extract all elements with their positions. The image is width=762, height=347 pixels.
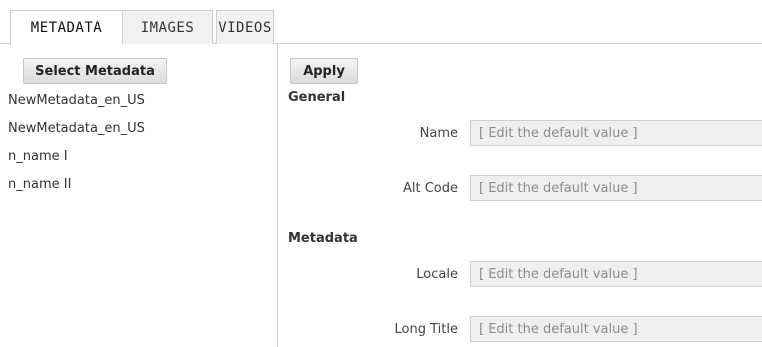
field-label-long-title: Long Title	[394, 322, 458, 337]
long-title-field[interactable]	[470, 316, 762, 342]
locale-field[interactable]	[470, 261, 762, 287]
metadata-list-item[interactable]: n_name I	[8, 150, 145, 178]
apply-button[interactable]: Apply	[290, 58, 358, 84]
metadata-list-item[interactable]: NewMetadata_en_US	[8, 122, 145, 150]
metadata-editor-panel: Apply General Name Alt Code Metadata Loc…	[278, 44, 762, 347]
field-label-name: Name	[419, 126, 458, 141]
tab-images[interactable]: IMAGES	[122, 10, 213, 44]
name-field[interactable]	[470, 120, 762, 146]
select-metadata-button[interactable]: Select Metadata	[23, 58, 167, 84]
alt-code-field[interactable]	[470, 175, 762, 201]
metadata-list-item[interactable]: n_name II	[8, 178, 145, 206]
field-label-alt-code: Alt Code	[402, 181, 458, 196]
tab-videos[interactable]: VIDEOS	[216, 10, 274, 44]
tab-bar: METADATA IMAGES VIDEOS	[0, 0, 762, 45]
tab-metadata[interactable]: METADATA	[10, 10, 123, 45]
metadata-list: NewMetadata_en_US NewMetadata_en_US n_na…	[8, 94, 145, 206]
field-label-locale: Locale	[416, 267, 458, 282]
section-title-metadata: Metadata	[288, 231, 358, 246]
section-title-general: General	[288, 90, 346, 105]
metadata-list-item[interactable]: NewMetadata_en_US	[8, 94, 145, 122]
metadata-list-panel: Select Metadata NewMetadata_en_US NewMet…	[0, 44, 277, 347]
